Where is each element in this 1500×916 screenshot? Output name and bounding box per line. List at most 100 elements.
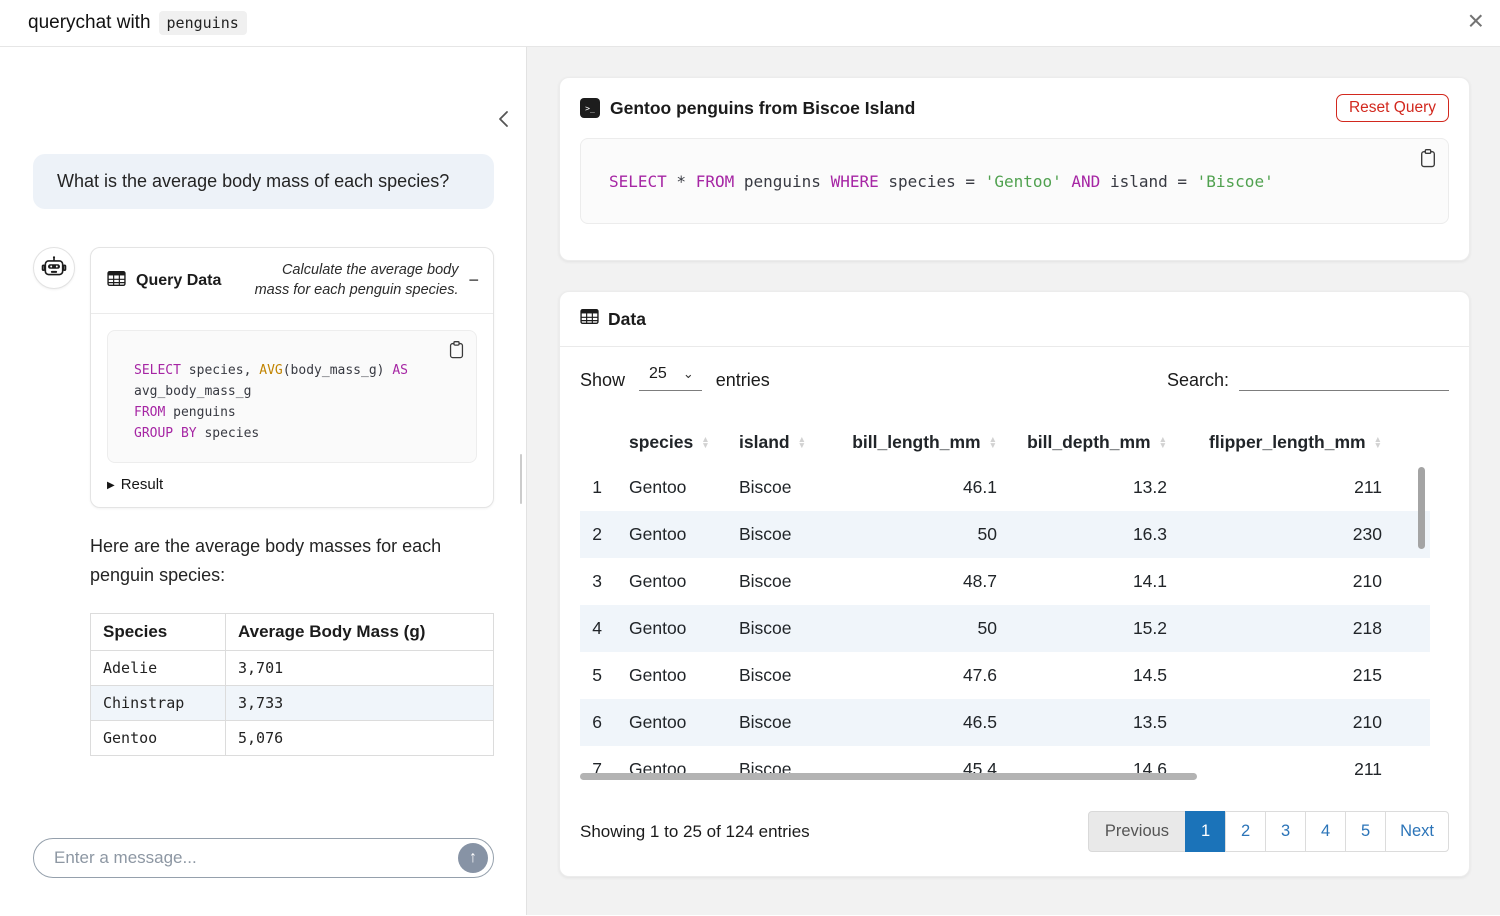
data-table-header-row: species▲▼island▲▼bill_length_mm▲▼bill_de…: [580, 421, 1430, 464]
assistant-message-body: Query Data Calculate the average body ma…: [90, 247, 494, 756]
cell-rownum: 3: [580, 558, 610, 605]
sql-line: SELECT * FROM penguins WHERE species = '…: [609, 172, 1274, 191]
data-card: Data Show 25 ⌄ entries Search:: [559, 291, 1470, 877]
sort-icons[interactable]: ▲▼: [1374, 437, 1382, 448]
sort-icons[interactable]: ▲▼: [798, 437, 806, 448]
close-icon[interactable]: ×: [1468, 4, 1484, 38]
clipboard-icon[interactable]: [448, 340, 465, 362]
data-card-header: Data: [560, 292, 1469, 347]
chat-messages: What is the average body mass of each sp…: [0, 154, 526, 756]
result-table-cell: Gentoo: [91, 720, 226, 755]
cell-species: Gentoo: [610, 464, 720, 511]
cell-bill-depth: 15.2: [1005, 605, 1175, 652]
data-card-title: Data: [608, 309, 646, 330]
column-header-species[interactable]: species ▲▼: [610, 421, 720, 464]
table-row: 2GentooBiscoe5016.3230: [580, 511, 1430, 558]
terminal-icon: >_: [580, 98, 600, 118]
cell-flipper-length: 230: [1175, 511, 1390, 558]
result-table-cell: Adelie: [91, 650, 226, 685]
cell-bill-depth: 14.1: [1005, 558, 1175, 605]
cell-body-mass: [1390, 746, 1430, 783]
query-card-header: >_ Gentoo penguins from Biscoe Island Re…: [560, 78, 1469, 138]
sidebar-sql-code-block: SELECT species, AVG(body_mass_g) ASavg_b…: [107, 330, 477, 463]
caret-right-icon: ▶: [107, 480, 115, 491]
cell-body-mass: [1390, 652, 1430, 699]
clipboard-icon[interactable]: [1419, 148, 1437, 171]
horizontal-scrollbar[interactable]: [580, 773, 1197, 780]
assistant-response-text: Here are the average body masses for eac…: [90, 532, 494, 590]
result-label: Result: [121, 476, 164, 493]
page-button-4[interactable]: 4: [1305, 811, 1346, 852]
minus-icon[interactable]: −: [468, 270, 479, 291]
page-size-select[interactable]: 25 ⌄: [639, 365, 702, 391]
column-header-bill_depth_mm[interactable]: bill_depth_mm ▲▼: [1005, 421, 1175, 464]
result-disclosure[interactable]: ▶ Result: [107, 476, 477, 493]
column-header-b[interactable]: b▲▼: [1390, 421, 1430, 464]
main-sql-text: SELECT * FROM penguins WHERE species = '…: [609, 172, 1274, 191]
page-button-3[interactable]: 3: [1265, 811, 1306, 852]
search-input[interactable]: [1239, 365, 1449, 391]
cell-bill-depth: 14.5: [1005, 652, 1175, 699]
result-table-cell: 5,076: [226, 720, 494, 755]
sidebar-resize-handle[interactable]: [520, 454, 522, 504]
page-button-2[interactable]: 2: [1225, 811, 1266, 852]
cell-flipper-length: 211: [1175, 746, 1390, 783]
previous-page-button[interactable]: Previous: [1088, 811, 1186, 852]
main-panel: >_ Gentoo penguins from Biscoe Island Re…: [527, 47, 1500, 915]
result-table-cell: 3,701: [226, 650, 494, 685]
cell-flipper-length: 211: [1175, 464, 1390, 511]
table-controls: Show 25 ⌄ entries Search:: [580, 365, 1449, 391]
column-header-bill_length_mm[interactable]: bill_length_mm▲▼: [825, 421, 1005, 464]
table-icon: [580, 307, 599, 331]
column-header-rownum: [580, 421, 610, 464]
column-label: species: [629, 432, 693, 453]
sort-icons[interactable]: ▲▼: [1159, 437, 1167, 448]
sort-icons[interactable]: ▲▼: [701, 437, 709, 448]
column-label: bill_depth_mm: [1027, 432, 1151, 453]
app-title-text: querychat with: [28, 12, 151, 34]
cell-bill-depth: 16.3: [1005, 511, 1175, 558]
cell-bill-length: 46.1: [825, 464, 1005, 511]
pagination: Previous12345Next: [1088, 811, 1449, 852]
column-header-flipper_length_mm[interactable]: flipper_length_mm ▲▼: [1175, 421, 1390, 464]
result-table-row: Adelie3,701: [91, 650, 494, 685]
vertical-scrollbar[interactable]: [1418, 467, 1425, 549]
message-input[interactable]: [54, 848, 458, 868]
cell-rownum: 6: [580, 699, 610, 746]
collapse-sidebar-icon[interactable]: [496, 109, 510, 132]
sort-icons[interactable]: ▲▼: [989, 437, 997, 448]
result-table-row: Gentoo5,076: [91, 720, 494, 755]
reset-query-button[interactable]: Reset Query: [1336, 94, 1449, 122]
cell-bill-length: 50: [825, 511, 1005, 558]
robot-avatar-icon: [33, 247, 75, 289]
cell-flipper-length: 218: [1175, 605, 1390, 652]
cell-island: Biscoe: [720, 652, 825, 699]
result-col-species: Species: [91, 613, 226, 650]
page-button-1[interactable]: 1: [1185, 811, 1226, 852]
cell-species: Gentoo: [610, 652, 720, 699]
content: What is the average body mass of each sp…: [0, 47, 1500, 915]
send-button[interactable]: ↑: [458, 843, 488, 873]
page-button-5[interactable]: 5: [1345, 811, 1386, 852]
entries-label: entries: [716, 370, 770, 391]
cell-bill-length: 50: [825, 605, 1005, 652]
sql-line: FROM penguins: [134, 403, 462, 424]
cell-species: Gentoo: [610, 699, 720, 746]
cell-island: Biscoe: [720, 605, 825, 652]
result-table-cell: 3,733: [226, 685, 494, 720]
tool-card-body: SELECT species, AVG(body_mass_g) ASavg_b…: [91, 314, 493, 507]
assistant-message: Query Data Calculate the average body ma…: [33, 247, 494, 756]
chevron-down-icon: ⌄: [683, 366, 694, 382]
next-page-button[interactable]: Next: [1385, 811, 1449, 852]
table-row: 1GentooBiscoe46.113.2211: [580, 464, 1430, 511]
cell-body-mass: [1390, 605, 1430, 652]
tool-card-title-text: Query Data: [136, 272, 221, 290]
app-title: querychat with penguins: [28, 11, 247, 35]
sql-line: SELECT species, AVG(body_mass_g) AS: [134, 361, 462, 382]
cell-bill-length: 48.7: [825, 558, 1005, 605]
column-header-island[interactable]: island▲▼: [720, 421, 825, 464]
cell-island: Biscoe: [720, 464, 825, 511]
cell-flipper-length: 210: [1175, 699, 1390, 746]
query-data-tool-card: Query Data Calculate the average body ma…: [90, 247, 494, 508]
column-label: flipper_length_mm: [1209, 432, 1366, 453]
